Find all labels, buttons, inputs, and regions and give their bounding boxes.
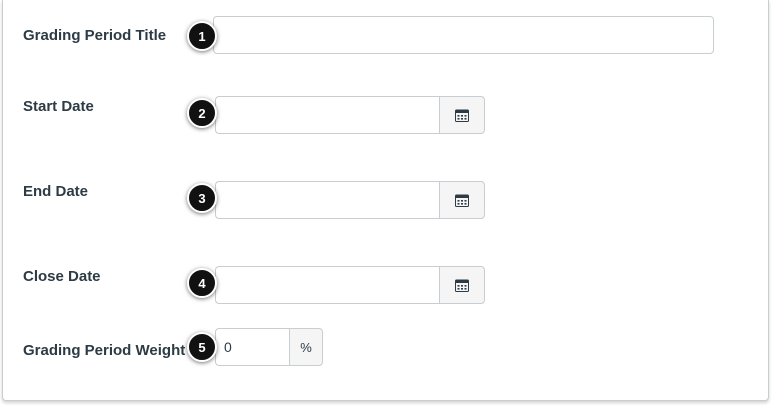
start-date-label: Start Date (23, 98, 94, 115)
start-date-field (215, 96, 485, 134)
grading-period-weight-input[interactable] (215, 328, 289, 366)
end-date-input[interactable] (215, 181, 439, 219)
calendar-icon (455, 279, 469, 292)
end-date-calendar-button[interactable] (439, 181, 485, 219)
start-date-input[interactable] (215, 96, 439, 134)
callout-badge-3: 3 (187, 183, 217, 213)
grading-period-form: Grading Period Title 1 Start Date 2 End … (2, 0, 769, 401)
calendar-icon (455, 194, 469, 207)
callout-badge-4: 4 (187, 268, 217, 298)
percent-suffix: % (289, 328, 323, 366)
close-date-label: Close Date (23, 268, 101, 285)
grading-period-title-label: Grading Period Title (23, 27, 167, 44)
callout-badge-5: 5 (187, 332, 217, 362)
close-date-input[interactable] (215, 266, 439, 304)
callout-badge-2: 2 (187, 98, 217, 128)
grading-period-weight-field: % (215, 328, 323, 366)
grading-period-title-input[interactable] (213, 16, 714, 54)
close-date-field (215, 266, 485, 304)
callout-badge-1: 1 (187, 21, 217, 51)
start-date-calendar-button[interactable] (439, 96, 485, 134)
calendar-icon (455, 109, 469, 122)
grading-period-weight-label: Grading Period Weight (23, 342, 186, 359)
close-date-calendar-button[interactable] (439, 266, 485, 304)
end-date-field (215, 181, 485, 219)
end-date-label: End Date (23, 183, 89, 200)
